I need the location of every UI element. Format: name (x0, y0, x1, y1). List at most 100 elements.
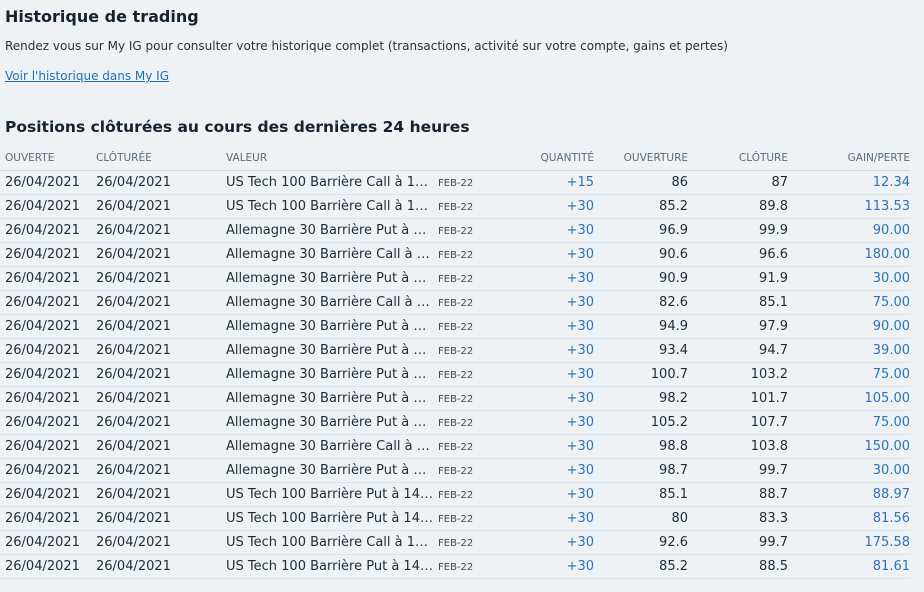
table-row[interactable]: 26/04/2021 26/04/2021 US Tech 100 Barrière… (0, 170, 910, 195)
table-row[interactable]: 26/04/2021 26/04/2021 Allemagne 30 Barrièr… (0, 458, 910, 483)
expiry-label: FEB-22 (438, 202, 474, 213)
closing-price-cell: 88.5 (688, 554, 788, 579)
quantity-cell: +30 (496, 386, 594, 411)
closing-price-cell: 94.7 (688, 338, 788, 363)
opening-price-cell: 90.6 (594, 242, 688, 267)
instrument-name: US Tech 100 Barrière Put à 14030 (226, 511, 434, 526)
open-date-cell: 26/04/2021 (0, 218, 96, 243)
instrument-name: US Tech 100 Barrière Put à 14030 (226, 487, 434, 502)
quantity-cell: +30 (496, 410, 594, 435)
opening-price-cell: 85.2 (594, 194, 688, 219)
profit-loss-cell: 81.61 (788, 554, 910, 579)
profit-loss-cell: 75.00 (788, 410, 910, 435)
quantity-cell: +30 (496, 338, 594, 363)
table-row[interactable]: 26/04/2021 26/04/2021 US Tech 100 Barrière… (0, 506, 910, 531)
quantity-cell: +30 (496, 290, 594, 315)
column-header-open[interactable]: OUVERTE (0, 146, 96, 171)
table-row[interactable]: 26/04/2021 26/04/2021 US Tech 100 Barrière… (0, 482, 910, 507)
quantity-cell: +30 (496, 530, 594, 555)
open-date-cell: 26/04/2021 (0, 482, 96, 507)
table-row[interactable]: 26/04/2021 26/04/2021 US Tech 100 Barrière… (0, 554, 910, 579)
table-row[interactable]: 26/04/2021 26/04/2021 Allemagne 30 Barrièr… (0, 218, 910, 243)
close-date-cell: 26/04/2021 (96, 242, 226, 267)
closing-price-cell: 99.7 (688, 458, 788, 483)
profit-loss-cell: 150.00 (788, 434, 910, 459)
expiry-label: FEB-22 (438, 298, 474, 309)
value-cell: US Tech 100 Barrière Call à 13850 FEB-22 (226, 194, 496, 219)
value-cell: Allemagne 30 Barrière Put à 153... FEB-22 (226, 386, 496, 411)
closing-price-cell: 99.7 (688, 530, 788, 555)
opening-price-cell: 93.4 (594, 338, 688, 363)
quantity-cell: +30 (496, 554, 594, 579)
profit-loss-cell: 113.53 (788, 194, 910, 219)
table-row[interactable]: 26/04/2021 26/04/2021 Allemagne 30 Barrièr… (0, 290, 910, 315)
table-row[interactable]: 26/04/2021 26/04/2021 Allemagne 30 Barrièr… (0, 338, 910, 363)
opening-price-cell: 85.2 (594, 554, 688, 579)
instrument-name: Allemagne 30 Barrière Put à 153... (226, 271, 434, 286)
quantity-cell: +30 (496, 194, 594, 219)
expiry-label: FEB-22 (438, 514, 474, 525)
value-cell: Allemagne 30 Barrière Put à 153... FEB-22 (226, 314, 496, 339)
table-row[interactable]: 26/04/2021 26/04/2021 Allemagne 30 Barrièr… (0, 362, 910, 387)
expiry-label: FEB-22 (438, 250, 474, 261)
value-cell: US Tech 100 Barrière Put à 14030 FEB-22 (226, 554, 496, 579)
quantity-cell: +15 (496, 170, 594, 195)
table-row[interactable]: 26/04/2021 26/04/2021 US Tech 100 Barrière… (0, 530, 910, 555)
open-date-cell: 26/04/2021 (0, 290, 96, 315)
table-row[interactable]: 26/04/2021 26/04/2021 Allemagne 30 Barrièr… (0, 386, 910, 411)
instrument-name: Allemagne 30 Barrière Put à 153... (226, 463, 434, 478)
closing-price-cell: 99.9 (688, 218, 788, 243)
value-cell: US Tech 100 Barrière Put à 14030 FEB-22 (226, 506, 496, 531)
open-date-cell: 26/04/2021 (0, 458, 96, 483)
expiry-label: FEB-22 (438, 562, 474, 573)
expiry-label: FEB-22 (438, 370, 474, 381)
close-date-cell: 26/04/2021 (96, 338, 226, 363)
opening-price-cell: 80 (594, 506, 688, 531)
expiry-label: FEB-22 (438, 442, 474, 453)
quantity-cell: +30 (496, 242, 594, 267)
expiry-label: FEB-22 (438, 178, 474, 189)
value-cell: US Tech 100 Barrière Call à 13840 FEB-22 (226, 170, 496, 195)
value-cell: Allemagne 30 Barrière Put à 153... FEB-22 (226, 410, 496, 435)
close-date-cell: 26/04/2021 (96, 386, 226, 411)
value-cell: Allemagne 30 Barrière Call à 152... FEB-2… (226, 242, 496, 267)
close-date-cell: 26/04/2021 (96, 458, 226, 483)
profit-loss-cell: 105.00 (788, 386, 910, 411)
close-date-cell: 26/04/2021 (96, 194, 226, 219)
table-row[interactable]: 26/04/2021 26/04/2021 Allemagne 30 Barrièr… (0, 314, 910, 339)
close-date-cell: 26/04/2021 (96, 506, 226, 531)
instrument-name: Allemagne 30 Barrière Put à 153... (226, 223, 434, 238)
close-date-cell: 26/04/2021 (96, 362, 226, 387)
expiry-label: FEB-22 (438, 466, 474, 477)
column-header-closing[interactable]: CLÔTURE (688, 146, 788, 171)
instrument-name: Allemagne 30 Barrière Put à 153... (226, 343, 434, 358)
instrument-name: Allemagne 30 Barrière Put à 153... (226, 319, 434, 334)
open-date-cell: 26/04/2021 (0, 410, 96, 435)
column-header-close[interactable]: CLÔTURÉE (96, 146, 226, 171)
close-date-cell: 26/04/2021 (96, 410, 226, 435)
close-date-cell: 26/04/2021 (96, 554, 226, 579)
value-cell: Allemagne 30 Barrière Put à 153... FEB-22 (226, 266, 496, 291)
opening-price-cell: 98.8 (594, 434, 688, 459)
column-header-opening[interactable]: OUVERTURE (594, 146, 688, 171)
opening-price-cell: 90.9 (594, 266, 688, 291)
closing-price-cell: 97.9 (688, 314, 788, 339)
open-date-cell: 26/04/2021 (0, 314, 96, 339)
open-date-cell: 26/04/2021 (0, 266, 96, 291)
table-row[interactable]: 26/04/2021 26/04/2021 US Tech 100 Barrière… (0, 194, 910, 219)
column-header-profit-loss[interactable]: GAIN/PERTE (788, 146, 910, 171)
table-row[interactable]: 26/04/2021 26/04/2021 Allemagne 30 Barrièr… (0, 410, 910, 435)
open-date-cell: 26/04/2021 (0, 506, 96, 531)
open-date-cell: 26/04/2021 (0, 362, 96, 387)
table-row[interactable]: 26/04/2021 26/04/2021 Allemagne 30 Barrièr… (0, 434, 910, 459)
profit-loss-cell: 12.34 (788, 170, 910, 195)
column-header-quantity[interactable]: QUANTITÉ (496, 146, 594, 171)
expiry-label: FEB-22 (438, 322, 474, 333)
profit-loss-cell: 90.00 (788, 218, 910, 243)
table-row[interactable]: 26/04/2021 26/04/2021 Allemagne 30 Barrièr… (0, 242, 910, 267)
instrument-name: Allemagne 30 Barrière Put à 153... (226, 391, 434, 406)
view-history-link[interactable]: Voir l'historique dans My IG (5, 68, 169, 84)
table-row[interactable]: 26/04/2021 26/04/2021 Allemagne 30 Barrièr… (0, 266, 910, 291)
column-header-value[interactable]: VALEUR (226, 146, 496, 171)
opening-price-cell: 82.6 (594, 290, 688, 315)
